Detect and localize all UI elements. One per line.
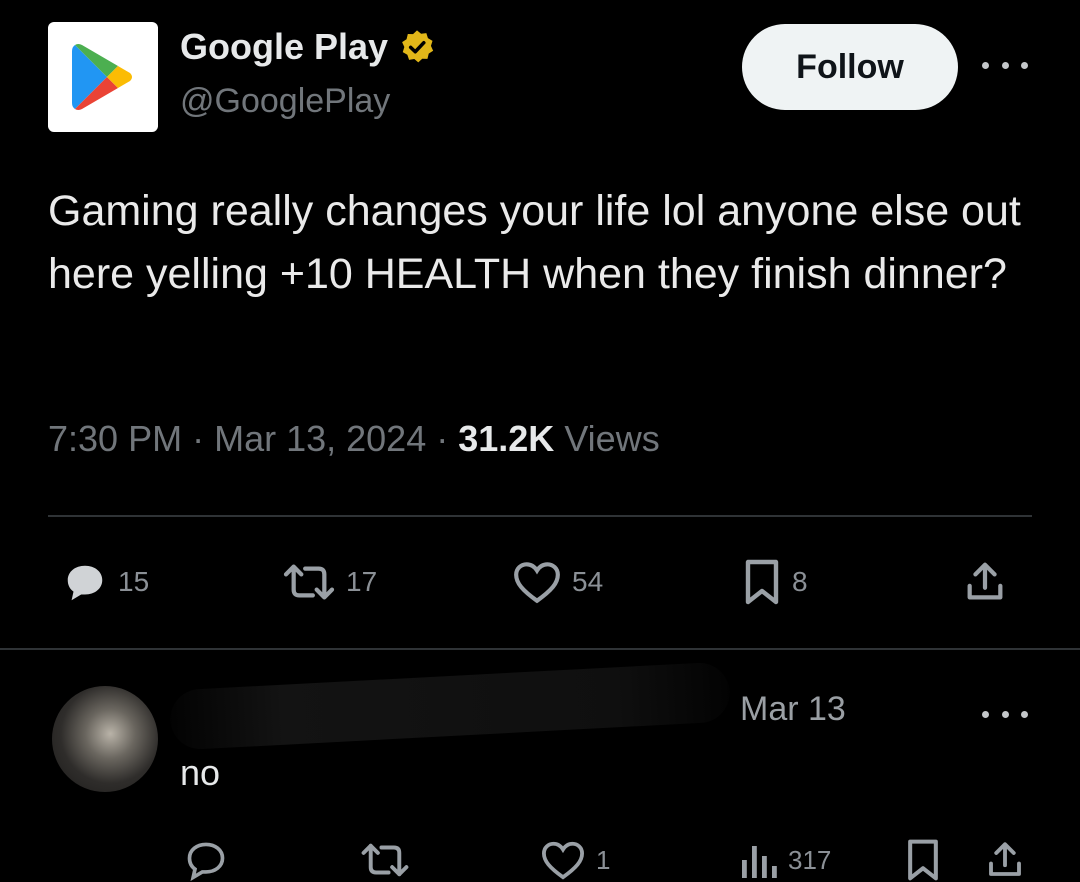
divider [48,515,1032,517]
display-name-text: Google Play [180,26,389,67]
reply-count: 15 [118,566,150,597]
share-icon [967,562,1003,600]
tweet-time[interactable]: 7:30 PM [48,418,182,459]
repost-button[interactable]: 17 [282,558,377,606]
tweet-text: Gaming really changes your life lol anyo… [48,187,1021,298]
reply-button[interactable]: 15 [62,558,149,606]
share-button[interactable] [962,558,1008,606]
heart-icon [541,841,585,880]
views-count: 31.2K [458,418,555,459]
verified-badge-icon [402,30,434,63]
reply-like-button[interactable]: 1 [540,838,610,882]
follow-button[interactable]: Follow [742,24,958,110]
reply-avatar[interactable] [52,686,158,792]
meta-separator: · [182,418,215,459]
bookmark-button[interactable]: 8 [742,558,808,606]
reply-reply-button[interactable] [184,838,228,882]
views-icon [742,846,777,878]
share-icon [989,842,1021,876]
reply-text: no [180,752,221,793]
like-button[interactable]: 54 [512,558,603,606]
tweet-meta: 7:30 PM · Mar 13, 2024 · 31.2K Views [48,418,660,460]
reply-icon [67,565,103,601]
redacted-username [168,661,732,751]
meta-separator: · [426,418,459,459]
tweet-date[interactable]: Mar 13, 2024 [214,418,426,459]
reply-repost-button[interactable] [360,838,410,882]
reply-like-count: 1 [596,844,611,875]
reply-views-count: 317 [788,844,832,875]
user-handle[interactable]: @GooglePlay [180,82,390,121]
like-count: 54 [572,566,604,597]
reply-more-icon[interactable] [982,704,1028,724]
repost-icon [283,564,335,600]
display-name[interactable]: Google Play [180,26,436,68]
reply-icon [187,842,225,882]
reply-share-button[interactable] [984,838,1026,882]
bookmark-icon [908,839,938,881]
divider [0,648,1080,650]
reply-views-button[interactable]: 317 [738,838,831,882]
bookmark-count: 8 [792,566,808,597]
reply-date[interactable]: Mar 13 [740,690,846,729]
repost-count: 17 [346,566,378,597]
reply-bookmark-button[interactable] [904,838,942,882]
heart-icon [514,562,560,604]
bookmark-icon [745,559,779,605]
google-play-logo-icon [72,44,132,110]
more-icon[interactable] [982,50,1028,80]
repost-icon [361,843,409,877]
views-label: Views [564,418,660,459]
google-play-avatar[interactable] [48,22,158,132]
